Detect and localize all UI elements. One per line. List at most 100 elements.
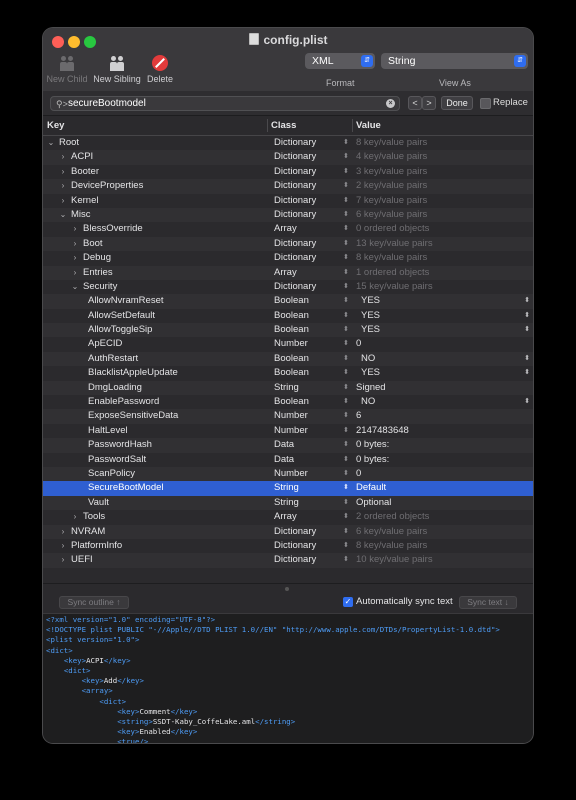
row-class[interactable]: String	[274, 496, 299, 510]
previous-match-button[interactable]: <	[408, 96, 422, 110]
row-key[interactable]: ApECID	[88, 337, 122, 351]
sync-outline-button[interactable]: Sync outline ↑	[59, 596, 129, 609]
outline-row[interactable]: › Tools Array ⬍ 2 ordered objects	[43, 510, 533, 524]
row-value[interactable]: 7 key/value pairs	[356, 194, 427, 208]
xml-text-editor[interactable]: <?xml version="1.0" encoding="UTF-8"?> <!…	[43, 613, 533, 743]
class-stepper-icon[interactable]: ⬍	[343, 251, 349, 265]
class-stepper-icon[interactable]: ⬍	[343, 150, 349, 164]
row-key[interactable]: ScanPolicy	[88, 467, 135, 481]
disclosure-closed-icon[interactable]: ›	[71, 222, 79, 236]
row-key[interactable]: NVRAM	[71, 525, 105, 539]
disclosure-closed-icon[interactable]: ›	[59, 553, 67, 567]
row-class[interactable]: Data	[274, 453, 294, 467]
class-stepper-icon[interactable]: ⬍	[343, 337, 349, 351]
column-divider[interactable]	[352, 119, 353, 132]
row-class[interactable]: Boolean	[274, 309, 309, 323]
class-stepper-icon[interactable]: ⬍	[343, 165, 349, 179]
row-key[interactable]: AuthRestart	[88, 352, 138, 366]
new-child-button[interactable]: New Child	[46, 52, 88, 84]
split-grip-handle[interactable]	[285, 587, 289, 591]
outline-row[interactable]: Vault String ⬍ Optional	[43, 495, 533, 511]
outline-row[interactable]: › Boot Dictionary ⬍ 13 key/value pairs	[43, 236, 533, 252]
outline-row[interactable]: › Debug Dictionary ⬍ 8 key/value pairs	[43, 251, 533, 265]
row-value[interactable]: 3 key/value pairs	[356, 165, 427, 179]
row-key[interactable]: Misc	[71, 208, 91, 222]
disclosure-closed-icon[interactable]: ›	[59, 194, 67, 208]
class-stepper-icon[interactable]: ⬍	[343, 366, 349, 380]
row-value[interactable]: NO	[356, 352, 375, 366]
row-class[interactable]: Dictionary	[274, 553, 316, 567]
row-key[interactable]: SecureBootModel	[88, 481, 164, 495]
row-value[interactable]: 0 ordered objects	[356, 222, 429, 236]
class-stepper-icon[interactable]: ⬍	[343, 539, 349, 553]
class-stepper-icon[interactable]: ⬍	[343, 266, 349, 280]
outline-row[interactable]: AllowNvramReset Boolean ⬍ YES ⬍	[43, 294, 533, 309]
class-stepper-icon[interactable]: ⬍	[343, 453, 349, 467]
row-class[interactable]: String	[274, 481, 299, 495]
outline-row[interactable]: PasswordHash Data ⬍ 0 bytes:	[43, 438, 533, 453]
row-key[interactable]: DeviceProperties	[71, 179, 143, 193]
boolean-popup-icon[interactable]: ⬍	[524, 323, 530, 337]
row-key[interactable]: EnablePassword	[88, 395, 159, 409]
outline-row[interactable]: ⌄ Root Dictionary ⬍ 8 key/value pairs	[43, 136, 533, 150]
row-value[interactable]: YES	[356, 294, 380, 308]
format-popup[interactable]: XML ⇵	[305, 53, 375, 69]
row-value[interactable]: 13 key/value pairs	[356, 237, 433, 251]
outline-row[interactable]: SecureBootModel String ⬍ Default	[43, 481, 533, 496]
row-key[interactable]: PlatformInfo	[71, 539, 122, 553]
class-stepper-icon[interactable]: ⬍	[343, 395, 349, 409]
outline-row[interactable]: › Kernel Dictionary ⬍ 7 key/value pairs	[43, 194, 533, 208]
outline-row[interactable]: › ACPI Dictionary ⬍ 4 key/value pairs	[43, 150, 533, 165]
outline-row[interactable]: › BlessOverride Array ⬍ 0 ordered objects	[43, 222, 533, 236]
row-value[interactable]: Default	[356, 481, 386, 495]
outline-row[interactable]: ExposeSensitiveData Number ⬍ 6	[43, 409, 533, 424]
outline-row[interactable]: ScanPolicy Number ⬍ 0	[43, 466, 533, 482]
outline-row[interactable]: PasswordSalt Data ⬍ 0 bytes:	[43, 453, 533, 467]
outline-row[interactable]: ⌄ Security Dictionary ⬍ 15 key/value pairs	[43, 280, 533, 294]
row-class[interactable]: Array	[274, 510, 297, 524]
row-value[interactable]: Signed	[356, 381, 386, 395]
disclosure-open-icon[interactable]: ⌄	[47, 136, 55, 150]
row-key[interactable]: PasswordHash	[88, 438, 152, 452]
row-class[interactable]: Array	[274, 222, 297, 236]
row-class[interactable]: Array	[274, 266, 297, 280]
row-key[interactable]: Debug	[83, 251, 111, 265]
row-class[interactable]: Dictionary	[274, 237, 316, 251]
row-class[interactable]: Number	[274, 337, 308, 351]
outline-row[interactable]: › UEFI Dictionary ⬍ 10 key/value pairs	[43, 553, 533, 568]
class-stepper-icon[interactable]: ⬍	[343, 323, 349, 337]
disclosure-open-icon[interactable]: ⌄	[59, 208, 67, 222]
class-stepper-icon[interactable]: ⬍	[343, 496, 349, 510]
row-key[interactable]: BlacklistAppleUpdate	[88, 366, 178, 380]
outline-row[interactable]: › Entries Array ⬍ 1 ordered objects	[43, 265, 533, 280]
row-value[interactable]: 10 key/value pairs	[356, 553, 433, 567]
row-key[interactable]: Booter	[71, 165, 99, 179]
column-header-class[interactable]: Class	[271, 120, 296, 131]
row-class[interactable]: Number	[274, 467, 308, 481]
row-class[interactable]: Dictionary	[274, 208, 316, 222]
class-stepper-icon[interactable]: ⬍	[343, 481, 349, 495]
outline-row[interactable]: AllowToggleSip Boolean ⬍ YES ⬍	[43, 323, 533, 338]
row-value[interactable]: NO	[356, 395, 375, 409]
row-class[interactable]: Boolean	[274, 366, 309, 380]
row-key[interactable]: Security	[83, 280, 117, 294]
disclosure-closed-icon[interactable]: ›	[71, 266, 79, 280]
delete-button[interactable]: Delete	[146, 52, 174, 84]
class-stepper-icon[interactable]: ⬍	[343, 222, 349, 236]
outline-row[interactable]: › PlatformInfo Dictionary ⬍ 8 key/value pair…	[43, 539, 533, 553]
row-key[interactable]: Vault	[88, 496, 109, 510]
column-divider[interactable]	[267, 119, 268, 132]
disclosure-closed-icon[interactable]: ›	[59, 539, 67, 553]
row-key[interactable]: Kernel	[71, 194, 98, 208]
row-class[interactable]: Dictionary	[274, 136, 316, 150]
outline-row[interactable]: EnablePassword Boolean ⬍ NO ⬍	[43, 395, 533, 409]
next-match-button[interactable]: >	[422, 96, 436, 110]
row-value[interactable]: 8 key/value pairs	[356, 251, 427, 265]
row-class[interactable]: Number	[274, 424, 308, 438]
row-key[interactable]: HaltLevel	[88, 424, 128, 438]
row-class[interactable]: Boolean	[274, 294, 309, 308]
row-value[interactable]: 6 key/value pairs	[356, 208, 427, 222]
row-class[interactable]: Dictionary	[274, 251, 316, 265]
row-key[interactable]: DmgLoading	[88, 381, 142, 395]
clear-search-icon[interactable]: ×	[386, 99, 395, 108]
